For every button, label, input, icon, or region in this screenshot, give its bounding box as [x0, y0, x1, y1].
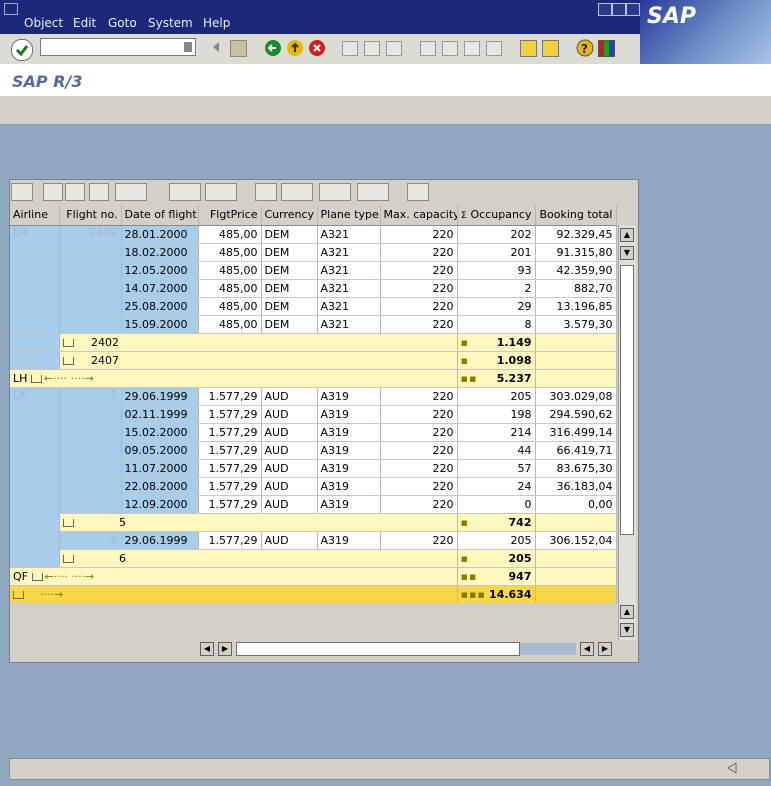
find-icon[interactable] — [364, 41, 380, 56]
h-scroll-track[interactable] — [520, 643, 576, 655]
previous-page-icon[interactable] — [442, 41, 458, 56]
details-icon[interactable] — [11, 183, 33, 201]
col-airline[interactable]: Airline — [10, 205, 60, 226]
save-icon[interactable] — [230, 40, 247, 57]
col-date[interactable]: Date of flight — [121, 205, 199, 226]
help-icon[interactable]: ? — [576, 39, 594, 57]
sort-descending-icon[interactable] — [65, 183, 85, 201]
table-header: Airline Flight no. Date of flight FlgtPr… — [10, 205, 617, 226]
export-icon[interactable] — [319, 183, 351, 201]
last-page-icon[interactable] — [486, 41, 502, 56]
menu-object[interactable]: Object — [24, 16, 63, 30]
minimize-button[interactable] — [598, 3, 612, 16]
subtotal-row[interactable]: 5 ▪ 742 — [10, 513, 617, 532]
subtotal-row[interactable]: 2407 ▪ 1.098 — [10, 351, 617, 370]
window-controls — [598, 3, 640, 16]
subtotal-icon — [30, 374, 42, 383]
cancel-icon[interactable] — [308, 39, 326, 57]
shortcut-icon[interactable] — [542, 40, 559, 57]
status-toggle-icon[interactable] — [725, 761, 739, 775]
sort-ascending-icon[interactable] — [43, 183, 63, 201]
page-title: SAP R/3 — [12, 72, 83, 91]
vertical-scrollbar[interactable]: ▲ ▼ ▲ ▼ — [618, 225, 636, 640]
table-row[interactable]: 6 29.06.1999 1.577,29 AUD A319 220 205 3… — [10, 531, 617, 550]
next-page-icon[interactable] — [464, 41, 480, 56]
status-bar — [9, 758, 770, 780]
col-price[interactable]: FlgtPrice — [198, 205, 262, 226]
subtotal-icon — [62, 338, 74, 347]
scroll-left-end-icon[interactable]: ◀ — [580, 642, 594, 656]
back-arrow-small-icon[interactable] — [210, 40, 222, 54]
expand-icon[interactable] — [62, 356, 74, 365]
command-field-dropdown-icon[interactable] — [184, 42, 192, 52]
exit-icon[interactable] — [286, 39, 304, 57]
menu-system[interactable]: System — [148, 16, 193, 30]
subtotal-row[interactable]: 2402 ▪ 1.149 — [10, 333, 617, 352]
scroll-left-icon[interactable]: ◀ — [200, 642, 214, 656]
back-icon[interactable] — [264, 39, 282, 57]
scroll-down-icon[interactable]: ▼ — [620, 246, 634, 260]
menu-goto[interactable]: Goto — [108, 16, 137, 30]
col-booking[interactable]: Booking total — [535, 205, 617, 226]
find-next-icon[interactable] — [386, 41, 402, 56]
filter-icon[interactable] — [115, 183, 147, 201]
layout-menu-icon[interactable] — [598, 40, 615, 57]
application-toolbar — [0, 96, 771, 125]
graphic-icon[interactable] — [407, 183, 429, 201]
col-capacity[interactable]: Max. capacity — [380, 205, 458, 226]
subtotal-row[interactable]: QF ←···· ····→ ▪▪ 947 — [10, 567, 617, 586]
flight-table: Airline Flight no. Date of flight FlgtPr… — [10, 205, 617, 604]
scroll-right-icon[interactable]: ▶ — [218, 642, 232, 656]
alv-toolbar — [9, 179, 637, 205]
sum-icon[interactable] — [169, 183, 201, 201]
command-field[interactable] — [40, 38, 196, 56]
subtotal-icon — [62, 518, 74, 527]
check-icon — [15, 45, 29, 57]
scroll-up-icon[interactable]: ▲ — [620, 228, 634, 242]
col-plane[interactable]: Plane type — [317, 205, 381, 226]
grand-total-row[interactable]: ····→ ▪▪▪ 14.634 — [10, 585, 617, 604]
scroll-thumb[interactable] — [620, 265, 634, 535]
menu-help[interactable]: Help — [203, 16, 230, 30]
enter-button[interactable] — [11, 39, 33, 61]
page-up-icon[interactable]: ▲ — [620, 605, 634, 619]
table-row[interactable]: LH 2402 28.01.2000 485,00 DEM A321 220 2… — [10, 225, 617, 334]
layout-icon[interactable] — [357, 183, 389, 201]
col-occupancy[interactable]: Σ Occupancy — [457, 205, 536, 226]
subtotal-icon[interactable] — [205, 183, 237, 201]
system-menu-icon[interactable] — [4, 3, 18, 15]
subtotal-icon — [62, 554, 74, 563]
col-flight-no[interactable]: Flight no. — [59, 205, 122, 226]
total-icon — [13, 590, 24, 599]
views-icon[interactable] — [281, 183, 313, 201]
horizontal-scrollbar[interactable]: ◀ ▶ ◀ ▶ — [200, 641, 620, 658]
print-icon[interactable] — [342, 41, 358, 56]
table-row[interactable]: QF 5 29.06.1999 1.577,29 AUD A319 220 20… — [10, 387, 617, 568]
menu-edit[interactable]: Edit — [73, 16, 96, 30]
new-session-icon[interactable] — [520, 40, 537, 57]
col-currency[interactable]: Currency — [261, 205, 318, 226]
first-page-icon[interactable] — [420, 41, 436, 56]
svg-text:?: ? — [581, 42, 588, 56]
subtotal-icon — [31, 572, 43, 581]
maximize-button[interactable] — [612, 3, 626, 16]
subtotal-row[interactable]: 6 ▪ 205 — [10, 549, 617, 568]
print-preview-icon[interactable] — [255, 183, 277, 201]
subtotal-row[interactable]: LH ←···· ····→ ▪▪ 5.237 — [10, 369, 617, 388]
h-scroll-thumb[interactable] — [236, 642, 520, 656]
page-down-icon[interactable]: ▼ — [620, 623, 634, 637]
find-grid-icon[interactable] — [89, 183, 109, 201]
close-window-button[interactable] — [626, 3, 640, 16]
title-area — [0, 64, 771, 97]
sap-logo-text: SAP — [647, 4, 696, 29]
scroll-right-end-icon[interactable]: ▶ — [598, 642, 612, 656]
